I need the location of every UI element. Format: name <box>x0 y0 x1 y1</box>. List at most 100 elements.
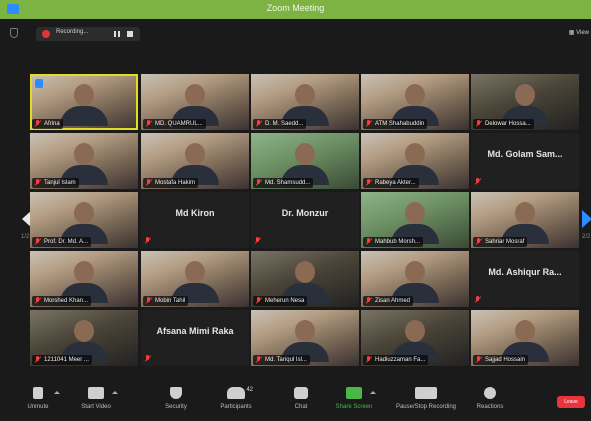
share-screen-icon <box>346 387 362 399</box>
participant-tile[interactable]: Sahriar Mosraf <box>471 192 579 248</box>
muted-microphone-icon <box>145 355 150 363</box>
participant-name: ATM Shahabuddin <box>375 121 425 127</box>
participant-tile[interactable]: Mobin Tahil <box>141 251 249 307</box>
participant-tile[interactable]: Zisan Ahmed <box>361 251 469 307</box>
participant-video-head <box>405 84 425 106</box>
security-label: Security <box>165 404 187 410</box>
recording-indicator: Recording... <box>36 27 140 41</box>
reactions-button[interactable]: Reactions <box>464 387 516 410</box>
participant-name-label: Zisan Ahmed <box>363 296 414 306</box>
participant-tile[interactable]: Rabeya Akter... <box>361 133 469 189</box>
view-label: View <box>576 30 589 36</box>
muted-microphone-icon <box>145 237 150 245</box>
participant-name-label: MD. QUAMRUL... <box>143 119 206 129</box>
participant-name-label: Md. Tariqul Isl... <box>253 355 310 365</box>
next-page-arrow-icon[interactable] <box>582 210 591 228</box>
participant-name-label: D. M. Saedd... <box>253 119 307 129</box>
participant-tile[interactable]: Dr. Monzur <box>251 192 359 248</box>
participant-video-head <box>515 320 535 342</box>
muted-microphone-icon <box>366 179 371 187</box>
page-indicator-right: 2/2 <box>582 234 591 240</box>
leave-button[interactable]: Leave <box>557 396 585 408</box>
participant-tile[interactable]: Prof. Dr. Md. A... <box>30 192 138 248</box>
participant-name: Mahbub Morsh... <box>375 239 421 245</box>
muted-microphone-icon <box>475 178 480 186</box>
reactions-label: Reactions <box>476 404 504 410</box>
participant-name-label: Mobin Tahil <box>143 296 189 306</box>
participant-name: Sajjad Hossain <box>485 357 526 363</box>
participant-tile[interactable]: Mostafa Hakim <box>141 133 249 189</box>
participant-tile[interactable]: Morshed Khan... <box>30 251 138 307</box>
participant-display-name: Md. Ashiqur Ra... <box>488 267 562 277</box>
participant-tile[interactable]: Delowar Hossa... <box>471 74 579 130</box>
participant-name-label: Prof. Dr. Md. A... <box>32 237 92 247</box>
participant-video-head <box>185 261 205 283</box>
pause-recording-icon[interactable] <box>114 31 120 37</box>
participant-tile[interactable]: Mahbub Morsh... <box>361 192 469 248</box>
chevron-up-icon[interactable] <box>370 391 376 394</box>
participant-name: Afrina <box>44 121 60 127</box>
participant-name: Md. Tariqul Isl... <box>265 357 307 363</box>
participant-display-name: Dr. Monzur <box>281 208 329 218</box>
title-bar: Zoom Meeting <box>0 0 591 19</box>
muted-microphone-icon <box>475 296 480 304</box>
participant-name-label: Tanjul Islam <box>32 178 79 188</box>
participant-tile[interactable]: 1211041 Meer ... <box>30 310 138 366</box>
participant-name: Delowar Hossa... <box>485 121 531 127</box>
pause-stop-recording-label: Pause/Stop Recording <box>395 404 457 410</box>
participant-tile[interactable]: Md. Shamsudd... <box>251 133 359 189</box>
participant-display-name: Md Kiron <box>175 208 215 218</box>
muted-microphone-icon <box>366 297 371 305</box>
participant-name-label: Mahbub Morsh... <box>363 237 424 247</box>
participant-name-label: Delowar Hossa... <box>473 119 534 129</box>
participant-tile[interactable]: MD. QUAMRUL... <box>141 74 249 130</box>
muted-microphone-icon <box>35 297 40 305</box>
unmute-button[interactable]: Unmute <box>12 387 64 410</box>
participants-label: Participants <box>220 404 252 410</box>
participant-name: Hadiuzzaman Fa... <box>375 357 426 363</box>
participant-tile[interactable]: Tanjul Islam <box>30 133 138 189</box>
chevron-up-icon[interactable] <box>112 391 118 394</box>
participant-tile[interactable]: Hadiuzzaman Fa... <box>361 310 469 366</box>
participant-video-head <box>295 261 315 283</box>
share-screen-label: Share Screen <box>335 404 373 410</box>
participants-icon <box>227 387 245 399</box>
participant-tile[interactable]: Sajjad Hossain <box>471 310 579 366</box>
participant-video-head <box>74 320 94 342</box>
participant-video-head <box>405 143 425 165</box>
muted-microphone-icon <box>476 120 481 128</box>
participant-tile[interactable]: Meherun Nesa <box>251 251 359 307</box>
muted-microphone-icon <box>476 238 481 246</box>
muted-microphone-icon <box>366 120 371 128</box>
chevron-up-icon[interactable] <box>54 391 60 394</box>
participant-video-head <box>295 84 315 106</box>
stop-recording-icon[interactable] <box>127 31 133 37</box>
muted-microphone-icon <box>35 120 40 128</box>
participant-tile[interactable]: Md. Golam Sam... <box>471 133 579 189</box>
participant-tile[interactable]: Afsana Mimi Raka <box>141 310 249 366</box>
view-button[interactable]: ▦ View <box>569 29 589 36</box>
chat-label: Chat <box>294 404 308 410</box>
chat-button[interactable]: Chat <box>275 387 327 410</box>
participant-tile[interactable]: Md. Tariqul Isl... <box>251 310 359 366</box>
start-video-button[interactable]: Start Video <box>70 387 122 410</box>
shield-icon[interactable] <box>10 28 18 38</box>
security-button[interactable]: Security <box>150 387 202 410</box>
participant-tile[interactable]: Md Kiron <box>141 192 249 248</box>
pause-stop-recording-button[interactable]: Pause/Stop Recording <box>394 387 458 410</box>
muted-microphone-icon <box>256 356 261 364</box>
participants-count: 42 <box>246 387 253 393</box>
participant-tile[interactable]: Afrina <box>30 74 138 130</box>
muted-microphone-icon <box>35 179 40 187</box>
participant-video-head <box>74 84 94 106</box>
pin-icon[interactable] <box>35 79 43 88</box>
participant-video-head <box>405 202 425 224</box>
participant-name: MD. QUAMRUL... <box>155 121 203 127</box>
participants-button[interactable]: Participants 42 <box>210 387 262 410</box>
start-video-label: Start Video <box>81 404 111 410</box>
participant-video-head <box>185 143 205 165</box>
participant-tile[interactable]: ATM Shahabuddin <box>361 74 469 130</box>
share-screen-button[interactable]: Share Screen <box>328 387 380 410</box>
participant-tile[interactable]: D. M. Saedd... <box>251 74 359 130</box>
participant-tile[interactable]: Md. Ashiqur Ra... <box>471 251 579 307</box>
